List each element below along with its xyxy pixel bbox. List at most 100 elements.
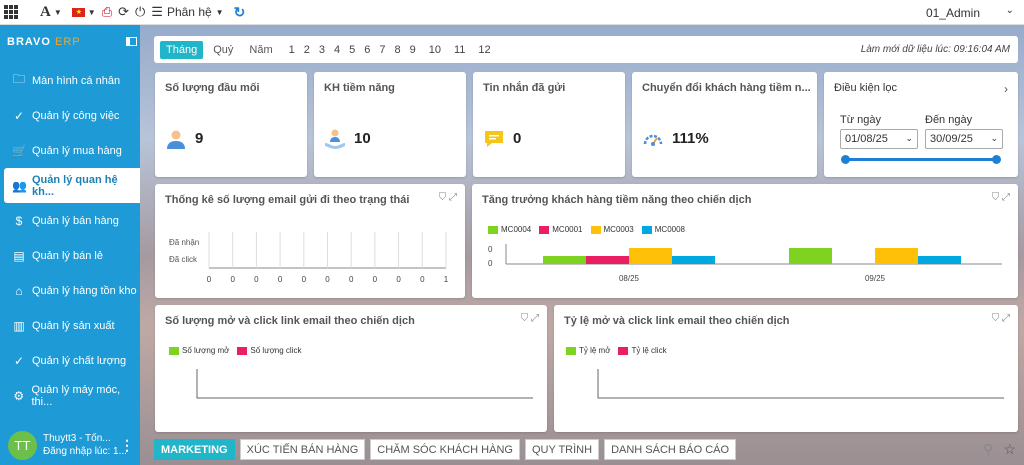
month-item[interactable]: 2 [304, 44, 310, 56]
apps-grid-icon[interactable] [4, 5, 18, 19]
receipt-icon: ▤ [13, 248, 25, 263]
month-item[interactable]: 8 [395, 44, 401, 56]
month-item[interactable]: 5 [349, 44, 355, 56]
sidebar-item[interactable]: ✓ Quản lý công việc [0, 98, 140, 133]
sidebar-item[interactable]: 👥 Quản lý quan hệ kh... [4, 168, 140, 203]
month-list: 1 2 3 4 5 6 7 8 9 10 11 12 [289, 44, 491, 56]
kpi-title: Tin nhắn đã gửi [483, 82, 566, 94]
month-item[interactable]: 3 [319, 44, 325, 56]
x-tick-label: 0 [325, 275, 330, 284]
sidebar-item-label: Quản lý mua hàng [32, 144, 122, 157]
kpi-value: 10 [354, 130, 371, 147]
badge-check-icon: ✓ [13, 353, 25, 368]
to-date-select[interactable]: 30/09/25 ⌄ [925, 129, 1003, 149]
kpi-value: 0 [513, 130, 522, 147]
x-tick-label: 0 [230, 275, 235, 284]
chevron-down-icon: ⌄ [905, 133, 913, 143]
machine-icon: ⚙ [13, 388, 25, 403]
status-plot: Đã nhận Đã click 0 0 0 0 0 0 0 0 0 0 1 [169, 232, 449, 284]
bar-MC0004[interactable] [543, 256, 586, 264]
sidebar-item[interactable]: ▤ Quản lý bán lẻ [0, 238, 140, 273]
person-icon [167, 130, 185, 149]
user-profile[interactable]: TT Thuytt3 - Tốn... Đăng nhập lúc: 1... … [0, 425, 140, 465]
email-status-chart: Thống kê số lượng email gửi đi theo trạn… [155, 184, 465, 298]
chevron-down-icon: ⌄ [990, 133, 998, 143]
sidebar: BRAVO ERP 🗀 Màn hình cá nhân ✓ Quản lý công… [0, 25, 140, 465]
font-size-button[interactable]: A ▼ [40, 4, 62, 21]
month-item[interactable]: 12 [478, 44, 490, 56]
dollar-icon: $ [15, 213, 23, 228]
language-button[interactable]: ★ ▼ [71, 7, 96, 17]
reload-icon[interactable]: ↻ [234, 4, 246, 21]
bottom-tab[interactable]: MARKETING [154, 439, 235, 460]
sidebar-item[interactable]: $ Quản lý bán hàng [0, 203, 140, 238]
pdf-icon[interactable]: ⎙ [102, 4, 112, 20]
refresh-icon[interactable]: ⟳ [118, 4, 129, 20]
hand-person-icon [325, 129, 345, 149]
bar-MC0003[interactable] [629, 248, 672, 264]
chevron-right-icon[interactable]: › [1004, 82, 1008, 96]
chevron-down-icon: ▼ [215, 7, 224, 17]
y-tick-label: Đã nhận [169, 238, 199, 247]
from-date-select[interactable]: 01/08/25 ⌄ [840, 129, 918, 149]
date-range-slider[interactable] [841, 155, 1001, 164]
tab-month[interactable]: Tháng [160, 40, 204, 59]
bar-MC0001[interactable] [586, 256, 629, 264]
month-item[interactable]: 11 [454, 44, 465, 56]
y-tick-label: 0 [488, 245, 493, 254]
chevron-down-icon[interactable]: ⌄ [1006, 5, 1014, 16]
folder-icon: 🗀 [12, 72, 25, 86]
collapse-sidebar-icon[interactable] [126, 37, 137, 46]
sidebar-item-label: Quản lý sản xuất [32, 319, 115, 332]
power-icon[interactable]: ⏻ [135, 4, 145, 20]
bottom-tab[interactable]: QUY TRÌNH [524, 439, 600, 460]
range-end-handle[interactable] [992, 155, 1001, 164]
user-name: Thuytt3 - Tốn... [43, 433, 111, 444]
sidebar-item[interactable]: ✓ Quản lý chất lượng [0, 343, 140, 378]
sidebar-item[interactable]: 🛒 Quản lý mua hàng [0, 133, 140, 168]
sidebar-nav: 🗀 Màn hình cá nhân ✓ Quản lý công việc 🛒 Quản… [0, 63, 140, 413]
sidebar-item[interactable]: ⌂ Quản lý hàng tồn kho [0, 273, 140, 308]
tab-year[interactable]: Năm [243, 41, 278, 59]
x-tick-label: 08/25 [619, 274, 640, 283]
sidebar-item-label: Quản lý quan hệ kh... [32, 173, 118, 198]
tab-quarter[interactable]: Quý [207, 41, 239, 59]
month-item[interactable]: 9 [410, 44, 416, 56]
rate-plot-axes [597, 369, 1004, 399]
menu-dropdown[interactable]: ☰ Phân hệ ▼ [151, 4, 223, 20]
bar-MC0003[interactable] [875, 248, 918, 264]
settings-slider-icon[interactable]: ⚲ [983, 441, 993, 458]
bottom-tab[interactable]: XÚC TIẾN BÁN HÀNG [239, 439, 366, 460]
month-item[interactable]: 6 [364, 44, 370, 56]
bottom-tab[interactable]: CHĂM SÓC KHÁCH HÀNG [370, 439, 520, 460]
y-tick-label: 0 [488, 259, 493, 268]
month-item[interactable]: 4 [334, 44, 340, 56]
kpi-value: 111% [672, 130, 709, 147]
kpi-card-leads: Số lượng đầu mối 9 [155, 72, 307, 177]
bar-MC0008[interactable] [918, 256, 961, 264]
month-item[interactable]: 1 [289, 44, 295, 56]
growth-chart: Tăng trưởng khách hàng tiềm năng theo ch… [472, 184, 1018, 298]
more-options-icon[interactable]: ⋮ [120, 437, 134, 454]
gauge-icon [643, 134, 663, 146]
kpi-title: Chuyển đổi khách hàng tiềm n... [642, 82, 811, 94]
sidebar-item[interactable]: ⚙ Quản lý máy móc, thi... [0, 378, 140, 413]
chevron-down-icon: ▼ [53, 7, 62, 17]
period-selector: Tháng Quý Năm 1 2 3 4 5 6 7 8 9 10 11 12 Làm mới dữ… [154, 36, 1018, 63]
bar-MC0004[interactable] [789, 248, 832, 264]
kpi-card-conversion: Chuyển đổi khách hàng tiềm n... 111% [632, 72, 817, 177]
month-item[interactable]: 10 [429, 44, 441, 56]
corner-icons: ⚲ ☆ [983, 441, 1016, 458]
sidebar-item-label: Quản lý chất lượng [32, 354, 127, 367]
star-icon[interactable]: ☆ [1003, 441, 1016, 458]
bottom-tab[interactable]: DANH SÁCH BÁO CÁO [604, 439, 737, 460]
user-menu[interactable]: 01_Admin [926, 6, 980, 20]
font-icon: A [40, 3, 51, 20]
sidebar-item[interactable]: 🗀 Màn hình cá nhân [0, 63, 140, 98]
bar-MC0008[interactable] [672, 256, 715, 264]
sidebar-item[interactable]: ▥ Quản lý sản xuất [0, 308, 140, 343]
month-item[interactable]: 7 [379, 44, 385, 56]
range-start-handle[interactable] [841, 155, 850, 164]
filter-panel: Điều kiện lọc › Từ ngày Đến ngày 01/08/2… [824, 72, 1018, 177]
to-date-label: Đến ngày [925, 114, 973, 126]
